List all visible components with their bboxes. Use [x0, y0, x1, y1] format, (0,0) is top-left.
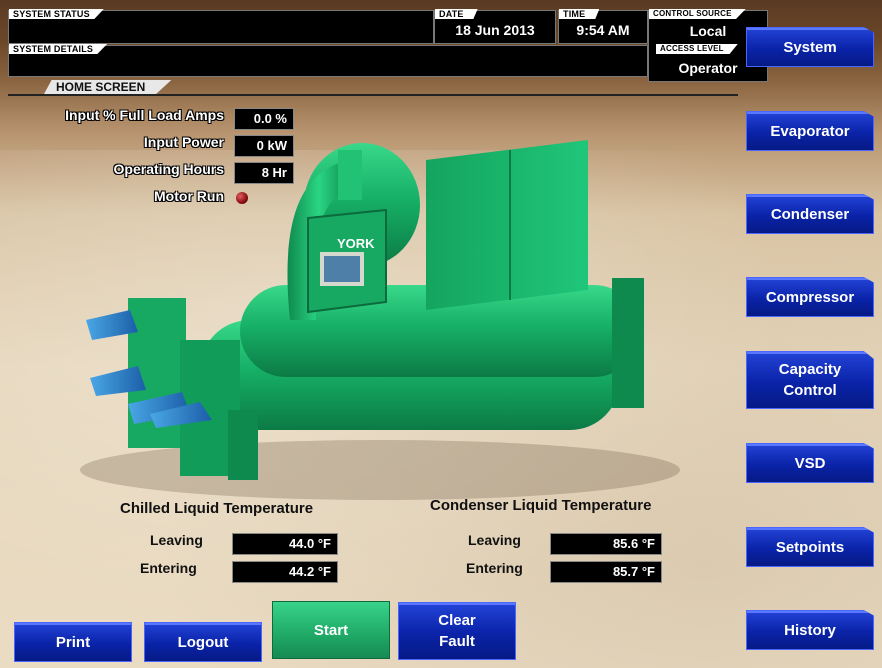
right-end-plate: [612, 278, 644, 408]
control-cabinet: [426, 140, 588, 310]
start-button[interactable]: Start: [272, 601, 390, 659]
nav-evaporator-button[interactable]: Evaporator: [746, 111, 874, 151]
york-logo: YORK: [337, 236, 375, 251]
pipe-collar: [338, 150, 362, 200]
input-power-value: 0 kW: [234, 135, 294, 157]
chilled-leaving-value: 44.0 °F: [232, 533, 338, 555]
panel-screen-image: [324, 256, 360, 282]
condenser-leaving-value: 85.6 °F: [550, 533, 662, 555]
condenser-leaving-label: Leaving: [468, 532, 521, 548]
motor-run-indicator: [236, 192, 248, 204]
chiller-illustration: [80, 140, 680, 500]
chilled-entering-label: Entering: [140, 560, 197, 576]
nav-history-button[interactable]: History: [746, 610, 874, 650]
home-screen: SYSTEM STATUS SYSTEM DETAILS DATE 18 Jun…: [0, 0, 882, 668]
nav-condenser-button[interactable]: Condenser: [746, 194, 874, 234]
input-power-label: Input Power: [143, 134, 224, 150]
condenser-entering-label: Entering: [466, 560, 523, 576]
left-leg: [228, 410, 258, 480]
nav-capacity-control-button[interactable]: Capacity Control: [746, 351, 874, 409]
operating-hours-label: Operating Hours: [113, 161, 224, 177]
nav-system-button[interactable]: System: [746, 27, 874, 67]
condenser-liquid-title: Condenser Liquid Temperature: [430, 497, 652, 514]
condenser-entering-value: 85.7 °F: [550, 561, 662, 583]
print-button[interactable]: Print: [14, 622, 132, 662]
chilled-entering-value: 44.2 °F: [232, 561, 338, 583]
chilled-leaving-label: Leaving: [150, 532, 203, 548]
nav-setpoints-button[interactable]: Setpoints: [746, 527, 874, 567]
full-load-amps-label: Input % Full Load Amps: [65, 107, 224, 123]
clear-fault-button[interactable]: Clear Fault: [398, 602, 516, 660]
operating-hours-value: 8 Hr: [234, 162, 294, 184]
full-load-amps-value: 0.0 %: [234, 108, 294, 130]
motor-run-label: Motor Run: [154, 188, 224, 204]
logout-button[interactable]: Logout: [144, 622, 262, 662]
chiller-shadow: [80, 440, 680, 500]
nav-vsd-button[interactable]: VSD: [746, 443, 874, 483]
chilled-liquid-title: Chilled Liquid Temperature: [120, 500, 314, 517]
nav-compressor-button[interactable]: Compressor: [746, 277, 874, 317]
